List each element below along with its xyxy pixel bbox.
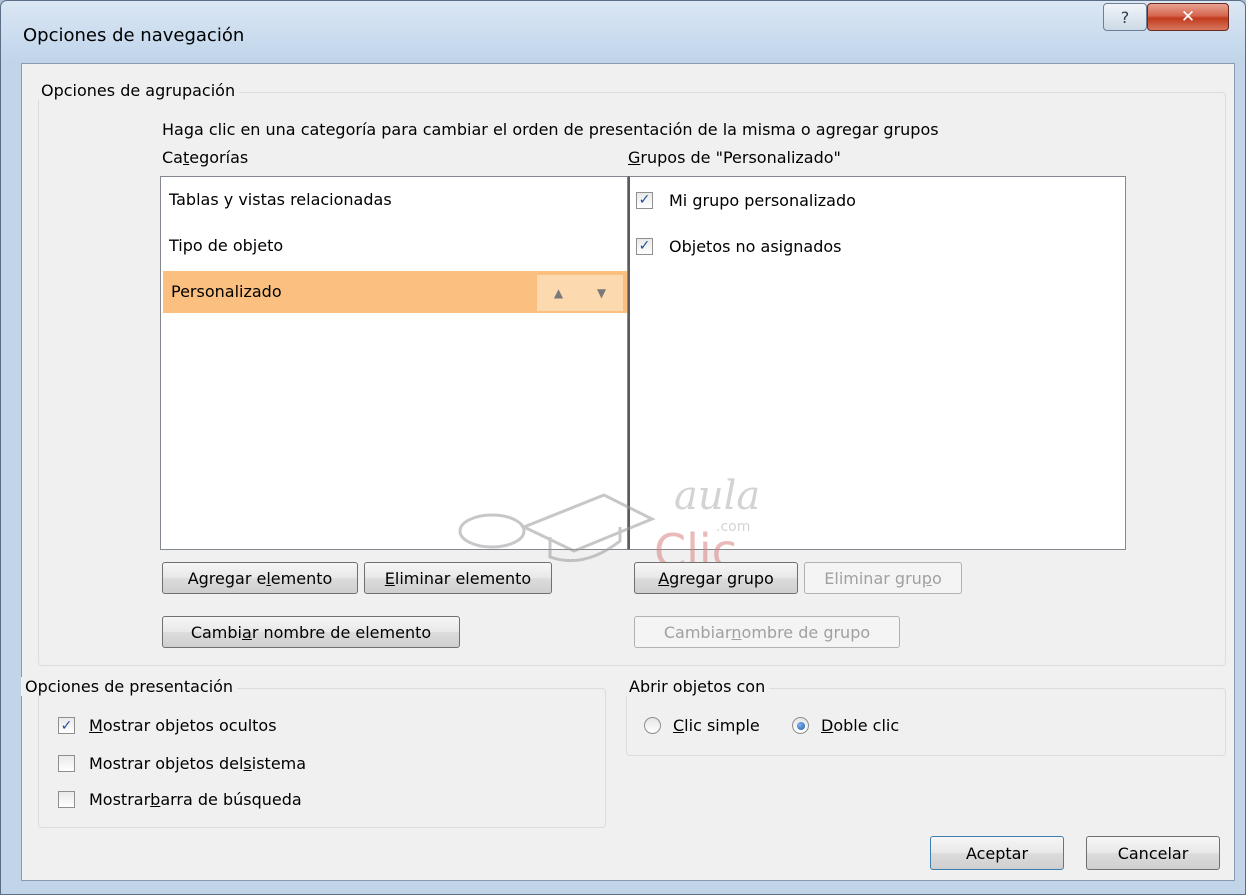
rename-item-post: r nombre de elemento [251,622,432,642]
category-item[interactable]: Tipo de objeto [161,225,625,267]
delete-item-post: liminar elemento [394,568,532,588]
show-search-mnemonic: b [150,790,161,809]
show-search-pre: Mostrar [89,790,151,809]
double-click-post: oble clic [833,716,900,735]
groups-header: Grupos de "Personalizado" [628,148,841,167]
single-click-post: lic simple [684,716,760,735]
rename-group-button[interactable]: Cambiar n ombre de grupo [634,616,900,648]
instruction-text: Haga clic en una categoría para cambiar … [162,120,939,139]
show-hidden-objects-checkbox[interactable]: ✓ [58,717,75,734]
show-hidden-objects-option[interactable]: ✓ Mostrar objetos ocultos [58,716,277,735]
single-click-option[interactable]: Clic simple [644,716,760,735]
rename-item-button[interactable]: Cambi a r nombre de elemento [162,616,460,648]
groups-header-post: rupos de "Personalizado" [640,148,841,167]
group-checkbox[interactable]: ✓ [636,191,653,209]
delete-group-mnemonic: p [921,568,932,588]
categories-header-post: egorías [189,148,249,167]
add-group-post: gregar grupo [669,568,774,588]
add-group-button[interactable]: Agregar grupo [634,562,798,594]
category-label: Personalizado [171,282,282,301]
group-checkbox[interactable]: ✓ [636,237,653,255]
show-search-post: arra de búsqueda [160,790,302,809]
category-label: Tipo de objeto [169,236,284,255]
rename-group-post: ombre de grupo [741,622,871,642]
group-label: Objetos no asignados [669,236,842,256]
delete-group-pre: Eliminar gru [824,568,922,588]
rename-item-mnemonic: a [242,622,252,642]
category-item[interactable]: Tablas y vistas relacionadas [161,179,625,221]
close-button[interactable]: ✕ [1147,3,1229,31]
rename-group-pre: Cambiar [663,622,732,642]
show-search-bar-option[interactable]: Mostrar b arra de búsqueda [58,790,302,809]
show-hidden-post: ostrar objetos ocultos [102,716,277,735]
add-item-button[interactable]: Agregar e l emento [162,562,358,594]
help-icon: ? [1120,7,1130,27]
single-click-radio[interactable] [644,717,661,734]
delete-item-mnemonic: E [384,568,395,588]
group-item[interactable]: ✓ Objetos no asignados [636,225,842,267]
categories-header: Categorías [162,148,248,167]
show-search-bar-checkbox[interactable] [58,791,75,808]
add-item-post: emento [270,568,333,588]
groups-header-mnemonic: G [628,148,641,167]
help-button[interactable]: ? [1103,3,1147,31]
double-click-mnemonic: D [821,716,834,735]
category-item-selected[interactable]: Personalizado ▲ ▼ [163,271,627,313]
delete-item-button[interactable]: Eliminar elemento [364,562,552,594]
add-item-pre: Agregar e [187,568,267,588]
group-item[interactable]: ✓ Mi grupo personalizado [636,179,856,221]
title-bar: Opciones de navegación ? ✕ [1,1,1245,65]
delete-group-post: o [931,568,942,588]
close-icon: ✕ [1180,7,1196,27]
double-click-option[interactable]: Doble clic [792,716,899,735]
group-label: Mi grupo personalizado [669,190,856,210]
ok-button[interactable]: Aceptar [930,836,1064,870]
rename-item-pre: Cambi [190,622,242,642]
move-down-icon[interactable]: ▼ [597,272,606,314]
show-system-objects-checkbox[interactable] [58,755,75,772]
move-up-icon[interactable]: ▲ [554,272,563,314]
categories-header-pre: Ca [162,148,183,167]
single-click-mnemonic: C [673,716,685,735]
open-objects-label: Abrir objetos con [625,677,770,696]
add-group-mnemonic: A [658,568,670,588]
groups-list[interactable]: ✓ Mi grupo personalizado ✓ Objetos no as… [628,176,1126,550]
category-label: Tablas y vistas relacionadas [169,190,392,209]
show-system-mnemonic: s [243,754,252,773]
show-hidden-mnemonic: M [89,716,103,735]
show-system-post: istema [251,754,307,773]
show-system-objects-option[interactable]: Mostrar objetos del s istema [58,754,306,773]
display-options-label: Opciones de presentación [21,677,238,696]
dialog-window: Opciones de navegación ? ✕ Opciones de a… [0,0,1246,895]
delete-group-button[interactable]: Eliminar gru p o [804,562,962,594]
double-click-radio[interactable] [792,717,809,734]
reorder-arrows: ▲ ▼ [537,275,623,311]
window-title: Opciones de navegación [23,25,245,46]
dialog-body: Opciones de agrupación Haga clic en una … [21,63,1235,881]
categories-list[interactable]: Tablas y vistas relacionadas Tipo de obj… [160,176,628,550]
grouping-options-label: Opciones de agrupación [37,81,240,100]
rename-group-mnemonic: n [731,622,742,642]
cancel-button[interactable]: Cancelar [1086,836,1220,870]
show-system-pre: Mostrar objetos del [89,754,244,773]
